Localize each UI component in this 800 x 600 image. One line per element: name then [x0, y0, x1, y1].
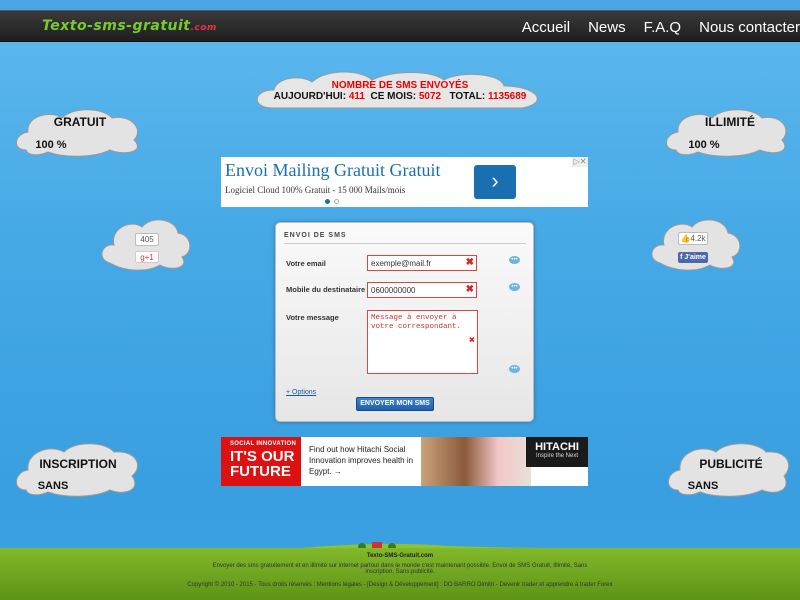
mobile-label: Mobile du destinataire: [286, 285, 366, 294]
banner-brand-sub: Inspire the Next: [535, 453, 579, 459]
cloud-gratuit-value: 100 %: [35, 139, 67, 151]
form-divider: [284, 243, 526, 244]
nav-news[interactable]: News: [588, 19, 626, 36]
nav-faq[interactable]: F.A.Q: [644, 19, 682, 36]
message-field[interactable]: Message à envoyer à votre correspondant.…: [367, 310, 478, 374]
top-navigation-bar: Texto-sms-gratuit.com Accueil News F.A.Q…: [0, 10, 800, 42]
logo-text: Texto-sms-gratuit: [42, 18, 191, 34]
top-strip: [0, 0, 800, 10]
banner-red-panel: SOCIAL INNOVATION IT'S OUR FUTURE: [221, 437, 301, 486]
cloud-inscription-title: INSCRIPTION: [39, 457, 117, 471]
cloud-inscription-value: SANS: [37, 480, 69, 492]
info-icon[interactable]: •••: [509, 365, 520, 373]
today-label: AUJOURD'HUI:: [273, 91, 347, 102]
banner-photo: [421, 437, 531, 486]
message-value: Message à envoyer à votre correspondant.: [371, 314, 462, 331]
message-label: Votre message: [286, 313, 339, 322]
footer-site: Texto-SMS-Gratuit.com: [0, 553, 800, 559]
banner-brand-name: HITACHI: [535, 441, 579, 453]
total-label: TOTAL:: [449, 91, 486, 102]
facebook-icon: f: [680, 254, 683, 261]
banner-text: Find out how Hitachi Social Innovation i…: [309, 445, 414, 476]
month-value: 5072: [418, 91, 442, 102]
month-label: CE MOIS:: [370, 91, 417, 102]
main-nav: Accueil News F.A.Q Nous contacter: [522, 19, 800, 36]
options-link[interactable]: + Options: [286, 389, 316, 396]
banner-tag: SOCIAL INNOVATION: [230, 441, 297, 447]
ad-subtitle: Logiciel Cloud 100% Gratuit - 15 000 Mai…: [225, 185, 406, 195]
banner-headline: IT'S OUR FUTURE: [230, 448, 295, 480]
email-label: Votre email: [286, 259, 326, 268]
email-field[interactable]: exemple@mail.fr ✖: [367, 255, 477, 271]
fb-count-value: 4.2k: [690, 234, 706, 243]
hitachi-banner[interactable]: SOCIAL INNOVATION IT'S OUR FUTURE Find o…: [221, 437, 588, 486]
total-value: 1135689: [487, 91, 527, 102]
ad-close-icon[interactable]: ▷✕: [572, 157, 588, 167]
fb-like-label: J'aime: [684, 254, 706, 261]
nav-accueil[interactable]: Accueil: [522, 19, 570, 36]
footer-description: Envoyer des sms gratuitement et en illim…: [212, 563, 588, 575]
cloud-illimite-title: ILLIMITÉ: [705, 115, 755, 129]
cloud-gratuit-title: GRATUIT: [53, 115, 107, 129]
error-icon: ✖: [465, 284, 474, 295]
form-heading: ENVOI DE SMS: [284, 232, 347, 239]
footer-site-name: Texto-SMS-Gratuit.com: [366, 553, 434, 559]
cloud-publicite-title: PUBLICITÉ: [699, 457, 763, 471]
gplus-count: 405: [135, 233, 159, 246]
cloud-illimite-value: 100 %: [688, 139, 720, 151]
info-icon[interactable]: •••: [509, 283, 520, 291]
email-value: exemple@mail.fr: [371, 259, 432, 268]
ad-dot-1[interactable]: [325, 199, 330, 204]
error-icon: ✖: [468, 336, 475, 347]
banner-brand: HITACHI Inspire the Next: [526, 437, 588, 467]
send-sms-button[interactable]: ENVOYER MON SMS: [356, 397, 434, 411]
ad-arrow-button[interactable]: ›: [474, 165, 516, 199]
stats-counts: AUJOURD'HUI: 411 CE MOIS: 5072 TOTAL: 11…: [270, 91, 530, 102]
stats-title: NOMBRE DE SMS ENVOYÉS: [331, 80, 469, 91]
gplus-button[interactable]: g+1: [135, 251, 159, 263]
thumbs-up-icon: 👍: [680, 234, 691, 243]
sms-form: ENVOI DE SMS Votre email exemple@mail.fr…: [275, 222, 534, 422]
ad-pagination: [325, 199, 339, 204]
cloud-publicite-value: SANS: [687, 480, 719, 492]
ad-dot-2[interactable]: [334, 199, 339, 204]
fb-like-button[interactable]: f J'aime: [678, 252, 708, 263]
error-icon: ✖: [465, 257, 474, 268]
mobile-value: 0600000000: [371, 286, 416, 295]
mobile-field[interactable]: 0600000000 ✖: [367, 282, 477, 298]
stats-box: NOMBRE DE SMS ENVOYÉS AUJOURD'HUI: 411 C…: [270, 80, 530, 102]
ad-mailing[interactable]: Envoi Mailing Gratuit Gratuit Logiciel C…: [221, 157, 588, 207]
logo-domain: .com: [190, 23, 217, 33]
fb-count: 👍4.2k: [678, 232, 708, 245]
info-icon[interactable]: •••: [509, 256, 520, 264]
footer-copyright[interactable]: Copyright © 2010 - 2015 - Tous droits ré…: [0, 582, 800, 588]
site-logo[interactable]: Texto-sms-gratuit.com: [42, 18, 217, 34]
nav-contact[interactable]: Nous contacter: [699, 19, 800, 36]
today-value: 411: [348, 91, 365, 102]
ad-title[interactable]: Envoi Mailing Gratuit Gratuit: [225, 160, 440, 181]
